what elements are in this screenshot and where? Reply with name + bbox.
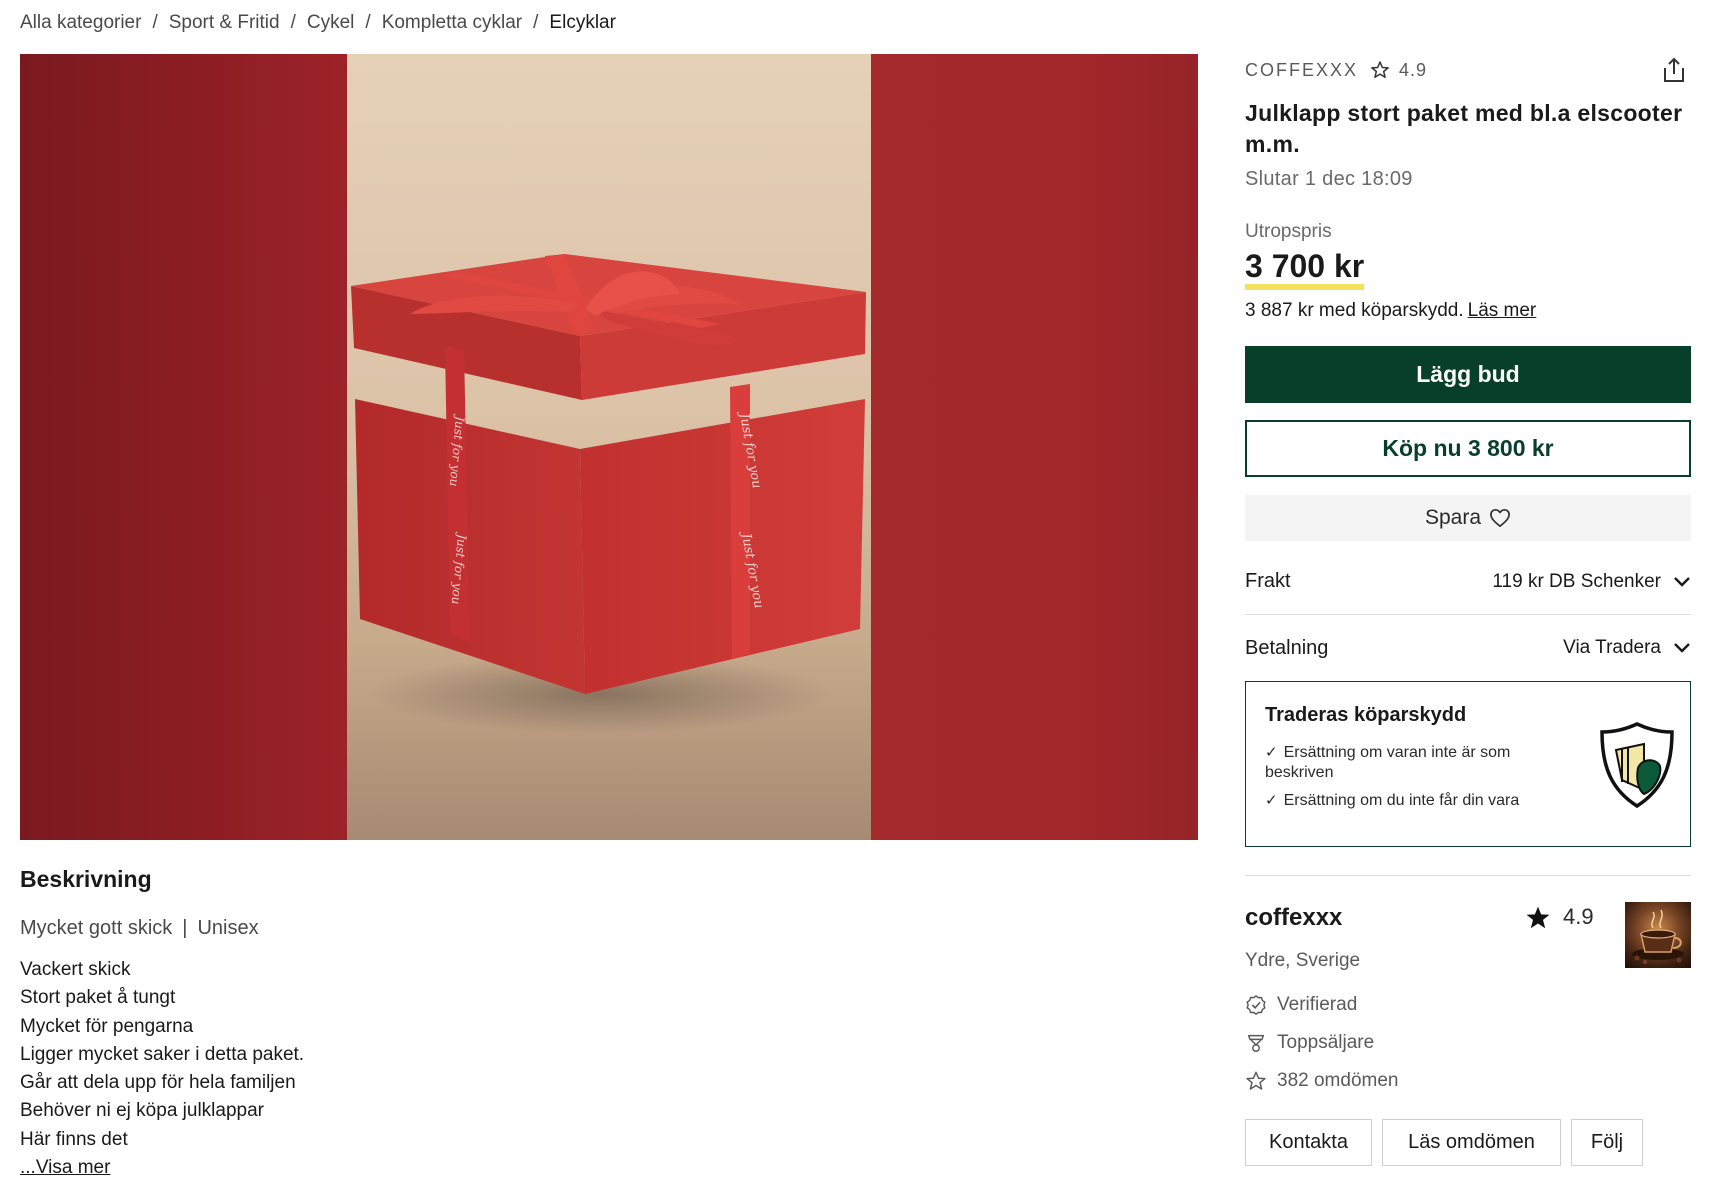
- auction-end-time: Slutar 1 dec 18:09: [1245, 168, 1413, 190]
- trophy-icon: [1247, 1034, 1265, 1052]
- breadcrumb-separator: /: [290, 12, 296, 33]
- shipping-value: 119 kr DB Schenker: [1492, 570, 1661, 592]
- divider: [1245, 875, 1691, 876]
- seller-summary: COFFEXXX 4.9: [1245, 54, 1691, 86]
- buyer-protection-item-text: Ersättning om du inte får din vara: [1283, 792, 1520, 809]
- description-text: Vackert skick Stort paket å tungt Mycket…: [20, 956, 1198, 1182]
- contact-button[interactable]: Kontakta: [1245, 1119, 1372, 1166]
- listing-title: Julklapp stort paket med bl.a elscooter …: [1245, 100, 1683, 157]
- breadcrumb-item-current: Elcyklar: [549, 12, 616, 33]
- breadcrumb-item-cykel[interactable]: Cykel: [307, 12, 355, 34]
- seller-top-seller-label: Toppsäljare: [1277, 1032, 1375, 1053]
- breadcrumb-item-sport-fritid[interactable]: Sport & Fritid: [169, 12, 280, 34]
- description-section: Beskrivning Mycket gott skick | Unisex Vac…: [20, 866, 1198, 1182]
- description-line: Ligger mycket saker i detta paket.: [20, 1043, 305, 1065]
- check-icon: ✓: [1265, 792, 1278, 809]
- read-reviews-button[interactable]: Läs omdömen: [1382, 1119, 1561, 1166]
- heart-icon: [1490, 508, 1510, 528]
- buyer-protection-item-text: Ersättning om varan inte är som beskrive…: [1265, 744, 1511, 781]
- breadcrumb: Alla kategorier / Sport & Fritid / Cykel…: [20, 10, 616, 36]
- buyer-protection-price: 3 887 kr med köparskydd. Läs mer: [1245, 300, 1691, 322]
- shipping-row[interactable]: Frakt 119 kr DB Schenker: [1245, 549, 1691, 615]
- seller-verified-label: Verifierad: [1277, 994, 1358, 1015]
- coffee-cup-image: [1632, 909, 1684, 964]
- breadcrumb-item-kompletta-cyklar[interactable]: Kompletta cyklar: [382, 12, 522, 34]
- star-icon: [1371, 61, 1389, 79]
- check-icon: ✓: [1265, 744, 1278, 761]
- item-condition: Mycket gott skick: [20, 917, 173, 939]
- buyer-protection-item: ✓ Ersättning om du inte får din vara: [1265, 791, 1555, 811]
- buyer-protection-price-text: 3 887 kr med köparskydd.: [1245, 300, 1464, 321]
- seller-card: coffexxx 4.9 Ydre, Sverige Verifierad To…: [1245, 902, 1691, 1166]
- seller-card-rating: 4.9: [1525, 904, 1594, 930]
- payment-row[interactable]: Betalning Via Tradera: [1245, 615, 1691, 681]
- shipping-label: Frakt: [1245, 570, 1291, 592]
- save-button-label: Spara: [1424, 506, 1482, 529]
- follow-button[interactable]: Följ: [1571, 1119, 1643, 1166]
- payment-value: Via Tradera: [1563, 637, 1661, 658]
- description-line: Går att dela upp för hela familjen: [20, 1072, 296, 1094]
- place-bid-button[interactable]: Lägg bud: [1245, 346, 1691, 403]
- description-line: Stort paket å tungt: [20, 987, 176, 1009]
- star-icon: [1526, 906, 1550, 928]
- chevron-down-icon: [1674, 576, 1690, 587]
- buyer-protection-item: ✓ Ersättning om varan inte är som beskriv…: [1265, 743, 1555, 783]
- avatar[interactable]: [1625, 902, 1691, 968]
- buyer-protection-box: Traderas köparskydd ✓ Ersättning om varan…: [1245, 681, 1691, 847]
- breadcrumb-separator: /: [152, 12, 158, 33]
- price-label: Utropspris: [1245, 221, 1332, 242]
- seller-reviews-count: 382 omdömen: [1277, 1070, 1399, 1091]
- seller-rating: 4.9: [1399, 59, 1428, 80]
- gift-box-illustration: Just for you Just for you Just for you J…: [351, 254, 866, 734]
- product-image[interactable]: Just for you Just for you Just for you J…: [20, 54, 1198, 840]
- description-line: Vackert skick: [20, 959, 131, 980]
- description-line: Behöver ni ej köpa julklappar: [20, 1100, 264, 1122]
- seller-card-rating-value: 4.9: [1563, 904, 1594, 929]
- description-line: Här finns det: [20, 1128, 128, 1150]
- chevron-down-icon: [1674, 643, 1690, 653]
- breadcrumb-separator: /: [365, 12, 371, 33]
- listing-panel: COFFEXXX 4.9 Julklapp stort paket med bl…: [1245, 54, 1691, 1166]
- payment-label: Betalning: [1245, 636, 1329, 659]
- star-outline-icon: [1246, 1071, 1266, 1090]
- save-button[interactable]: Spara: [1245, 495, 1691, 541]
- seller-reviews: 382 omdömen: [1245, 1062, 1691, 1100]
- description-title: Beskrivning: [20, 866, 152, 892]
- item-attributes: Mycket gott skick | Unisex: [20, 917, 1198, 940]
- breadcrumb-separator: /: [533, 12, 539, 33]
- attribute-separator: |: [182, 917, 188, 939]
- verified-badge-icon: [1246, 995, 1266, 1015]
- read-more-link[interactable]: Läs mer: [1468, 300, 1537, 321]
- description-line: Mycket för pengarna: [20, 1015, 194, 1037]
- seller-verified: Verifierad: [1245, 986, 1691, 1024]
- shield-icon: [1600, 722, 1674, 809]
- seller-name-link[interactable]: COFFEXXX: [1245, 60, 1358, 81]
- seller-top-seller: Toppsäljare: [1245, 1024, 1691, 1062]
- item-gender: Unisex: [197, 917, 259, 939]
- price-value: 3 700 kr: [1245, 249, 1365, 290]
- share-icon[interactable]: [1661, 56, 1687, 84]
- buy-now-button[interactable]: Köp nu 3 800 kr: [1245, 420, 1691, 477]
- show-more-link[interactable]: ...Visa mer: [20, 1154, 1198, 1182]
- breadcrumb-item-all-categories[interactable]: Alla kategorier: [20, 12, 141, 34]
